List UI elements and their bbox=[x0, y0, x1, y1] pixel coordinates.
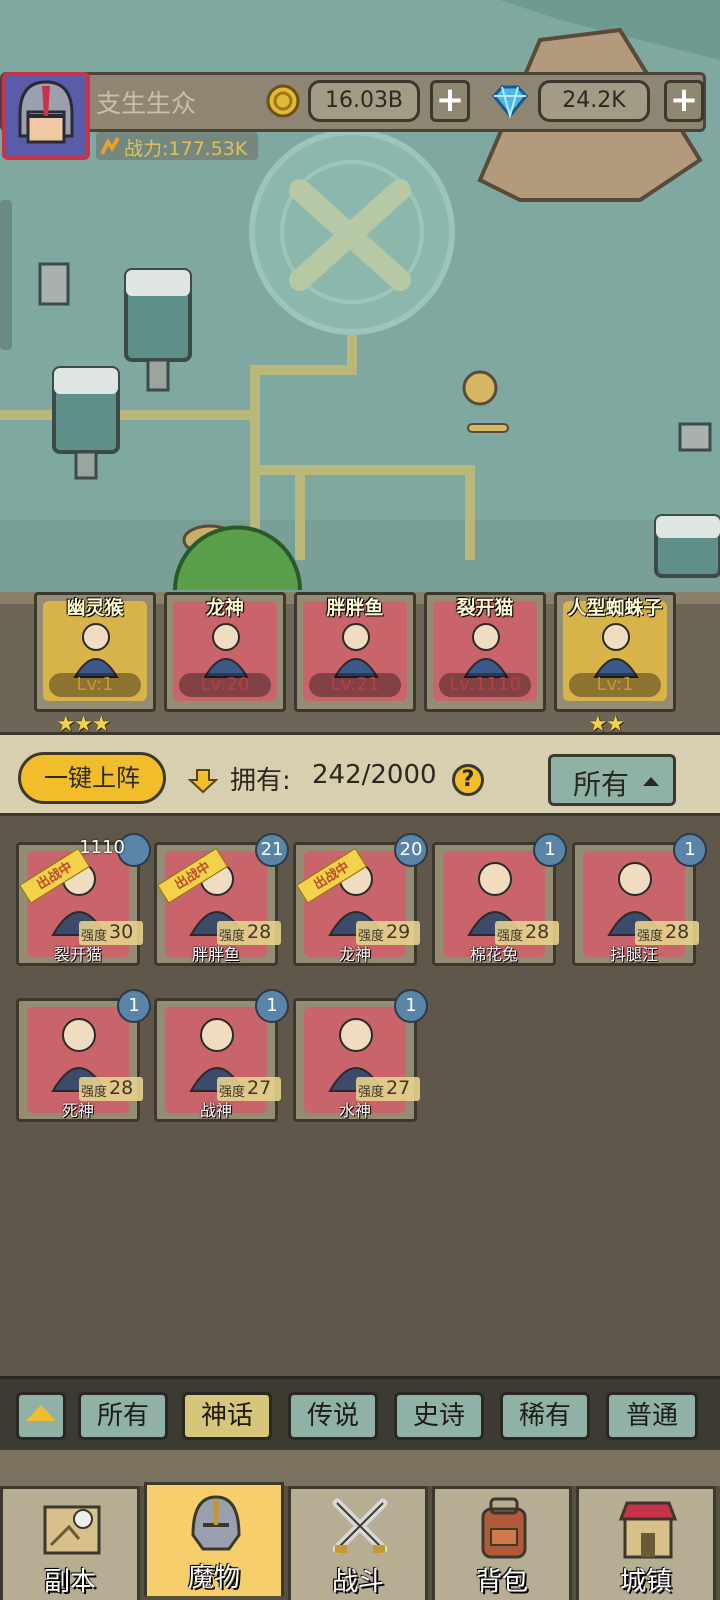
owned-label: 拥有: bbox=[230, 766, 291, 796]
diamond-icon bbox=[490, 84, 530, 120]
gold-amount: 16.03B bbox=[308, 80, 420, 122]
monster-name: 死神 bbox=[61, 1101, 94, 1120]
monster-portrait-icon bbox=[203, 623, 249, 678]
rarity-filter-button[interactable]: 普通 bbox=[606, 1392, 698, 1440]
team-monster-name: 幽灵猴 bbox=[66, 597, 124, 619]
monster-name: 抖腿汪 bbox=[609, 945, 658, 964]
nav-tab-label: 战斗 bbox=[331, 1567, 384, 1597]
level-badge: 1 bbox=[673, 833, 707, 867]
rarity-filter-button[interactable]: 所有 bbox=[78, 1392, 168, 1440]
nav-tab-label: 背包 bbox=[475, 1567, 528, 1597]
sort-label: 所有 bbox=[573, 768, 630, 801]
nav-tab[interactable]: 城镇 bbox=[576, 1486, 716, 1600]
level-badge: 1 bbox=[533, 833, 567, 867]
power-icon bbox=[100, 136, 120, 155]
power-value: 战力:177.53K bbox=[124, 138, 248, 160]
nav-tab-label: 城镇 bbox=[619, 1567, 672, 1597]
combat-power: 战力:177.53K bbox=[96, 132, 258, 160]
collapse-button[interactable] bbox=[16, 1392, 66, 1440]
strength-value: 28 bbox=[247, 921, 272, 943]
monster-card[interactable]: 强度 28 抖腿汪 1 bbox=[572, 833, 707, 966]
team-monster-name: 人型蜘蛛子 bbox=[567, 597, 663, 619]
monster-name: 胖胖鱼 bbox=[191, 945, 240, 964]
player-avatar[interactable] bbox=[2, 72, 90, 160]
owned-count: 242/2000 bbox=[312, 760, 437, 790]
sort-dropdown[interactable]: 所有 bbox=[548, 754, 676, 806]
strength-value: 30 bbox=[109, 921, 134, 943]
level-badge: 1 bbox=[394, 989, 428, 1023]
team-monster-level: Lv:20 bbox=[179, 673, 271, 697]
backpack-icon bbox=[481, 1497, 527, 1559]
shop-icon bbox=[618, 1501, 678, 1559]
team-slot[interactable]: 幽灵猴 Lv:1 bbox=[34, 592, 156, 712]
monster-portrait-icon bbox=[463, 623, 509, 678]
monster-name: 水神 bbox=[338, 1101, 371, 1120]
team-slot[interactable]: 龙神 Lv:20 bbox=[164, 592, 286, 712]
level-badge: 1 bbox=[255, 989, 289, 1023]
gold-coin-icon bbox=[266, 84, 300, 118]
team-slot[interactable]: 人型蜘蛛子 Lv:1 bbox=[554, 592, 676, 712]
monster-card[interactable]: 强度 30 裂开猫 1110 出战中 bbox=[16, 833, 151, 966]
nav-tab[interactable]: 魔物 bbox=[144, 1482, 284, 1596]
add-gold-button[interactable]: + bbox=[430, 80, 470, 122]
team-monster-name: 裂开猫 bbox=[456, 597, 514, 619]
helmet-icon bbox=[191, 1495, 241, 1551]
strength-value: 28 bbox=[525, 921, 550, 943]
team-monster-level: Lv:21 bbox=[309, 673, 401, 697]
swords-icon bbox=[332, 1498, 388, 1554]
team-monster-level: Lv:1110 bbox=[439, 673, 531, 697]
auto-deploy-button[interactable]: 一键上阵 bbox=[18, 752, 166, 804]
rarity-filter-button[interactable]: 史诗 bbox=[394, 1392, 484, 1440]
nav-tab-label: 副本 bbox=[43, 1567, 96, 1597]
monster-card[interactable]: 强度 28 胖胖鱼 21 出战中 bbox=[154, 833, 289, 966]
team-monster-name: 龙神 bbox=[205, 597, 244, 619]
monster-portrait-icon bbox=[593, 623, 639, 678]
team-monster-name: 胖胖鱼 bbox=[326, 597, 384, 619]
strength-value: 27 bbox=[386, 1077, 411, 1099]
monster-portrait-icon bbox=[73, 623, 119, 678]
map-icon bbox=[43, 1505, 101, 1555]
nav-tab-label: 魔物 bbox=[187, 1563, 240, 1593]
monster-name: 龙神 bbox=[338, 945, 371, 964]
rarity-filter-button[interactable]: 传说 bbox=[288, 1392, 378, 1440]
team-monster-level: Lv:1 bbox=[569, 673, 661, 697]
level-badge: 21 bbox=[255, 833, 289, 867]
help-icon[interactable]: ? bbox=[452, 764, 484, 796]
strength-value: 29 bbox=[386, 921, 411, 943]
diamond-amount: 24.2K bbox=[538, 80, 650, 122]
rarity-filter-button[interactable]: 神话 bbox=[182, 1392, 272, 1440]
monster-card[interactable]: 强度 27 水神 1 bbox=[293, 989, 428, 1122]
caret-up-icon bbox=[643, 777, 659, 786]
nav-tab[interactable]: 战斗 bbox=[288, 1486, 428, 1600]
caret-up-icon bbox=[26, 1405, 56, 1421]
player-name: 支生生众 bbox=[96, 89, 197, 118]
monster-card[interactable]: 强度 28 死神 1 bbox=[16, 989, 151, 1122]
team-slot[interactable]: 裂开猫 Lv:1110 bbox=[424, 592, 546, 712]
monster-card[interactable]: 强度 29 龙神 20 出战中 bbox=[293, 833, 428, 966]
monster-name: 裂开猫 bbox=[53, 945, 102, 964]
add-diamond-button[interactable]: + bbox=[664, 80, 704, 122]
team-monster-level: Lv:1 bbox=[49, 673, 141, 697]
level-badge: 20 bbox=[394, 833, 428, 867]
nav-tab[interactable]: 背包 bbox=[432, 1486, 572, 1600]
nav-tab[interactable]: 副本 bbox=[0, 1486, 140, 1600]
level-number: 1110 bbox=[79, 837, 125, 858]
monster-card[interactable]: 强度 27 战神 1 bbox=[154, 989, 289, 1122]
monster-card[interactable]: 强度 28 棉花兔 1 bbox=[432, 833, 567, 966]
monster-name: 棉花兔 bbox=[469, 945, 518, 964]
monster-name: 战神 bbox=[199, 1101, 232, 1120]
strength-value: 28 bbox=[109, 1077, 134, 1099]
team-slot[interactable]: 胖胖鱼 Lv:21 bbox=[294, 592, 416, 712]
rarity-filter-button[interactable]: 稀有 bbox=[500, 1392, 590, 1440]
strength-value: 28 bbox=[665, 921, 690, 943]
down-arrow-icon[interactable] bbox=[187, 768, 219, 798]
strength-value: 27 bbox=[247, 1077, 272, 1099]
level-badge: 1 bbox=[117, 989, 151, 1023]
monster-portrait-icon bbox=[333, 623, 379, 678]
